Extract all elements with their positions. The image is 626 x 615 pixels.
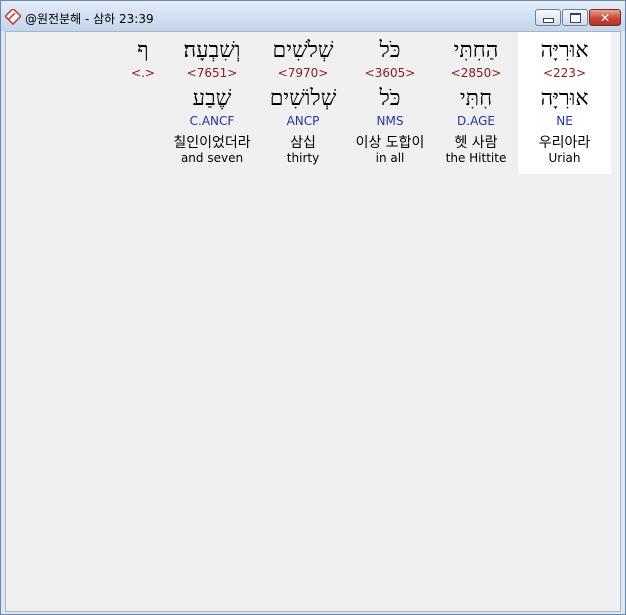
- minimize-icon: [542, 18, 554, 23]
- title-bar[interactable]: @원전분해 - 삼하 23:39 ✕: [1, 1, 625, 31]
- window-title: @원전분해 - 삼하 23:39: [25, 12, 154, 26]
- hebrew-word: ף: [137, 38, 149, 63]
- hebrew-lemma: שֶׁבַע: [192, 86, 232, 111]
- parsing-code: C.ANCF: [189, 114, 235, 128]
- hebrew-word: וְשִׁבְעָה׃: [183, 38, 241, 63]
- strongs-number[interactable]: <.>: [122, 66, 164, 80]
- hebrew-word: הַחִתִּי: [453, 38, 499, 63]
- word-column[interactable]: כֹּל <3605> כֹּל NMS 이상 도합이 in all: [346, 32, 434, 174]
- minimize-button[interactable]: [535, 9, 561, 26]
- close-icon: ✕: [599, 10, 611, 25]
- hebrew-word: שְׁלֹשִׁים: [272, 38, 334, 63]
- hebrew-word: כֹּל: [379, 38, 401, 63]
- interlinear-panel[interactable]: אוּרִיָּה <223> אוּרִיָּה NE 우리아라 Uriah …: [5, 31, 621, 612]
- word-column[interactable]: שְׁלֹשִׁים <7970> שְׁלוֹשִׁים ANCP 삼십 th…: [260, 32, 346, 174]
- hebrew-lemma: חִתִּי: [459, 86, 493, 111]
- strongs-number[interactable]: <223>: [518, 66, 611, 80]
- strongs-number[interactable]: <3605>: [346, 66, 434, 80]
- app-window: @원전분해 - 삼하 23:39 ✕ אוּרִיָּה <223> אוּרִ…: [0, 0, 626, 615]
- window-controls: ✕: [535, 9, 621, 27]
- maximize-icon: [569, 12, 581, 23]
- english-gloss: Uriah: [548, 151, 581, 165]
- hebrew-word: אוּרִיָּה: [540, 38, 589, 63]
- korean-gloss: 칠인이었더라: [173, 135, 251, 151]
- word-column[interactable]: וְשִׁבְעָה׃ <7651> שֶׁבַע C.ANCF 칠인이었더라 …: [164, 32, 260, 174]
- close-button[interactable]: ✕: [589, 9, 621, 26]
- word-column[interactable]: אוּרִיָּה <223> אוּרִיָּה NE 우리아라 Uriah: [518, 32, 611, 174]
- english-gloss: and seven: [180, 151, 244, 165]
- english-gloss: thirty: [286, 151, 320, 165]
- parsing-code: ANCP: [286, 114, 320, 128]
- korean-gloss: 헷 사람: [454, 135, 498, 151]
- parsing-code: D.AGE: [457, 114, 495, 128]
- word-column[interactable]: הַחִתִּי <2850> חִתִּי D.AGE 헷 사람 the Hi…: [434, 32, 518, 174]
- strongs-number[interactable]: <7651>: [164, 66, 260, 80]
- maximize-button[interactable]: [562, 9, 588, 26]
- word-column[interactable]: ף <.>: [122, 32, 164, 174]
- english-gloss: in all: [375, 151, 405, 165]
- strongs-number[interactable]: <2850>: [434, 66, 518, 80]
- english-gloss: the Hittite: [445, 151, 507, 165]
- korean-gloss: 이상 도합이: [355, 135, 425, 151]
- app-icon[interactable]: [5, 9, 21, 25]
- korean-gloss: 삼십: [290, 135, 316, 151]
- strongs-number[interactable]: <7970>: [260, 66, 346, 80]
- hebrew-lemma: שְׁלוֹשִׁים: [269, 86, 337, 111]
- parsing-code: NE: [556, 114, 573, 128]
- korean-gloss: 우리아라: [538, 135, 591, 151]
- parsing-code: NMS: [376, 114, 404, 128]
- hebrew-lemma: כֹּל: [379, 86, 401, 111]
- hebrew-lemma: אוּרִיָּה: [540, 86, 589, 111]
